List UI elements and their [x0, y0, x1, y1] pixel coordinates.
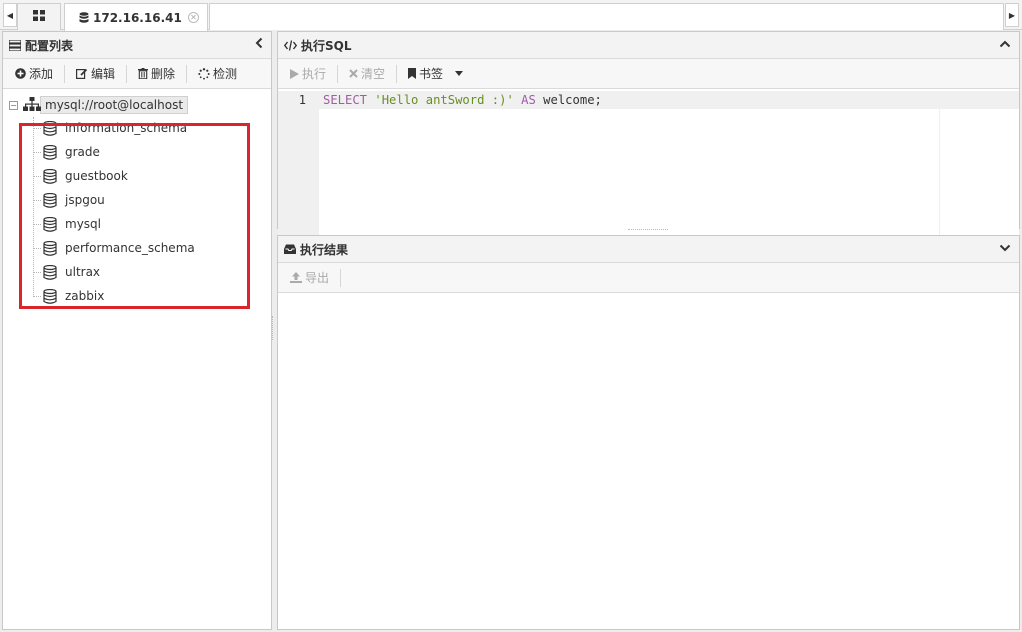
- edit-button[interactable]: 编辑: [70, 63, 121, 85]
- result-panel: 执行结果 导出: [277, 235, 1020, 630]
- check-button[interactable]: 检测: [192, 63, 243, 85]
- tree-item-label: guestbook: [65, 169, 128, 183]
- clear-button-label: 清空: [361, 67, 386, 81]
- result-panel-title: 执行结果: [300, 242, 349, 257]
- tree-item-database[interactable]: mysql: [33, 213, 101, 235]
- config-panel-title: 配置列表: [25, 38, 74, 53]
- collapse-left-icon[interactable]: [255, 37, 263, 52]
- collapse-icon[interactable]: −: [9, 100, 18, 110]
- close-icon[interactable]: ✕: [188, 12, 199, 23]
- add-button[interactable]: 添加: [9, 63, 59, 85]
- plus-circle-icon: [15, 68, 26, 79]
- tree-item-label: performance_schema: [65, 241, 195, 255]
- connection-tree: − mysql://root@localhost information_sch…: [3, 91, 271, 629]
- toolbar-divider: [126, 64, 128, 83]
- tree-item-label: jspgou: [65, 193, 105, 207]
- toolbar-divider: [396, 64, 398, 83]
- database-icon: [43, 216, 57, 232]
- line-number: 1: [298, 93, 306, 107]
- inbox-icon: [284, 244, 296, 254]
- tab-home[interactable]: [17, 3, 61, 30]
- panel-resize-handle[interactable]: [272, 316, 273, 340]
- clear-button[interactable]: 清空: [343, 63, 391, 85]
- tab-scroll-right-icon[interactable]: ▶: [1005, 3, 1019, 27]
- config-panel-header: 配置列表: [3, 32, 271, 59]
- tree-item-database[interactable]: zabbix: [33, 285, 104, 307]
- list-icon: [9, 39, 21, 51]
- run-button[interactable]: 执行: [284, 63, 332, 85]
- export-button-label: 导出: [305, 271, 330, 285]
- editor-gutter: [278, 91, 319, 259]
- bookmark-icon: [408, 68, 417, 79]
- delete-button-label: 删除: [151, 67, 176, 81]
- sql-panel-header: 执行SQL: [278, 32, 1019, 59]
- check-button-label: 检测: [213, 67, 238, 81]
- panel-resize-handle[interactable]: [628, 229, 668, 230]
- tree-item-database[interactable]: grade: [33, 141, 100, 163]
- toolbar-divider: [337, 64, 339, 83]
- sql-panel-title: 执行SQL: [301, 38, 352, 53]
- database-icon: [43, 168, 57, 184]
- sql-text: welcome;: [535, 93, 602, 107]
- config-panel: 配置列表 添加 编辑 删除 检测 − mysql://root@localhos…: [2, 31, 272, 630]
- sql-keyword: SELECT: [323, 93, 368, 107]
- tree-item-database[interactable]: performance_schema: [33, 237, 195, 259]
- tree-root-label: mysql://root@localhost: [40, 96, 189, 114]
- database-icon: [43, 264, 57, 280]
- code-icon: [284, 39, 297, 51]
- delete-button[interactable]: 删除: [132, 63, 181, 85]
- tree-item-label: zabbix: [65, 289, 105, 303]
- edit-icon: [76, 68, 88, 79]
- tree-item-label: mysql: [65, 217, 101, 231]
- database-icon: [43, 144, 57, 160]
- tree-item-label: information_schema: [65, 121, 188, 135]
- add-button-label: 添加: [29, 67, 54, 81]
- tree-item-database[interactable]: jspgou: [33, 189, 105, 211]
- database-icon: [43, 192, 57, 208]
- tree-item-database[interactable]: ultrax: [33, 261, 100, 283]
- run-button-label: 执行: [302, 67, 327, 81]
- bookmark-button-label: 书签: [419, 67, 444, 81]
- spinner-icon: [198, 67, 210, 80]
- trash-icon: [138, 68, 149, 79]
- sql-toolbar: 执行 清空 书签: [278, 59, 1019, 89]
- toolbar-divider: [64, 64, 66, 83]
- edit-button-label: 编辑: [91, 67, 116, 81]
- tree-item-database[interactable]: information_schema: [33, 117, 187, 139]
- sitemap-icon: [23, 97, 41, 115]
- editor-code-line: SELECT 'Hello antSword :)' AS welcome;: [323, 93, 602, 107]
- result-grid[interactable]: [278, 295, 1019, 629]
- chevron-up-icon[interactable]: [999, 37, 1011, 51]
- chevron-down-icon[interactable]: [999, 241, 1011, 255]
- grid-icon: [33, 10, 45, 24]
- bookmark-button[interactable]: 书签: [402, 63, 469, 85]
- tab-bar: ◀ 172.16.16.41 ✕ ▶: [0, 0, 1022, 31]
- database-icon: [79, 11, 89, 24]
- tree-item-label: grade: [65, 145, 100, 159]
- tree-item-database[interactable]: guestbook: [33, 165, 128, 187]
- toolbar-divider: [186, 64, 188, 83]
- toolbar-divider: [340, 268, 342, 287]
- database-icon: [43, 288, 57, 304]
- tab-connection-label: 172.16.16.41: [93, 10, 182, 25]
- database-icon: [43, 120, 57, 136]
- result-toolbar: 导出: [278, 263, 1019, 293]
- export-button[interactable]: 导出: [284, 267, 335, 289]
- upload-icon: [290, 272, 302, 283]
- sql-string: 'Hello antSword :)': [374, 93, 514, 107]
- sql-editor[interactable]: 1 SELECT 'Hello antSword :)' AS welcome;: [278, 91, 1019, 259]
- tree-root[interactable]: − mysql://root@localhost: [9, 96, 189, 115]
- sql-panel: 执行SQL 执行 清空 书签 1 SELECT 'Hello antSword …: [277, 31, 1020, 259]
- tab-scroll-left-icon[interactable]: ◀: [3, 3, 17, 27]
- tab-bar-empty: [209, 3, 1004, 30]
- result-panel-header: 执行结果: [278, 236, 1019, 263]
- tree-item-label: ultrax: [65, 265, 101, 279]
- sql-keyword: AS: [521, 93, 536, 107]
- play-icon: [290, 68, 299, 79]
- database-icon: [43, 240, 57, 256]
- caret-down-icon: [455, 71, 464, 76]
- config-toolbar: 添加 编辑 删除 检测: [3, 59, 271, 89]
- tab-connection[interactable]: 172.16.16.41 ✕: [64, 3, 208, 31]
- x-icon: [349, 69, 358, 78]
